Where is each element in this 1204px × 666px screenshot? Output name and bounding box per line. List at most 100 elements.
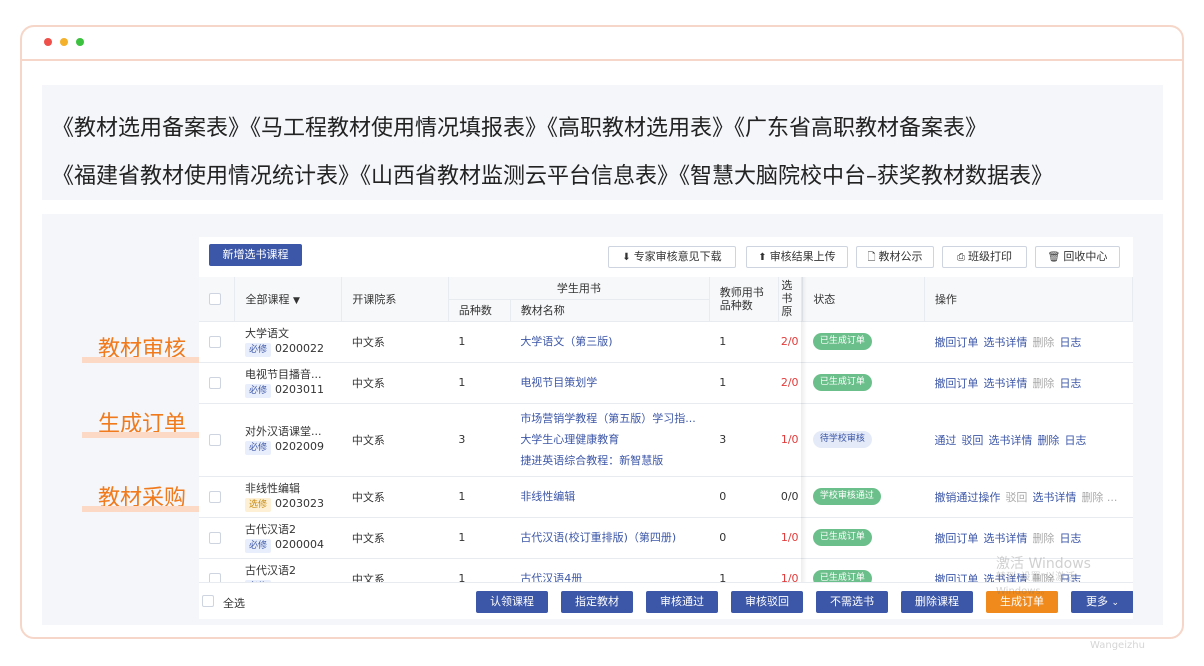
row-checkbox-cell xyxy=(199,476,235,518)
select-all-header-checkbox[interactable] xyxy=(209,293,221,306)
book-name-link[interactable]: 大学生心理健康教育 xyxy=(520,429,699,450)
row-operation-link[interactable]: 撤回订单 xyxy=(934,532,978,545)
corner-watermark: Wangeizhu xyxy=(1090,640,1145,651)
row-checkbox-cell xyxy=(199,362,235,404)
row-operation-link[interactable]: 删除 xyxy=(1037,434,1059,447)
book-name-link[interactable]: 市场营销学教程（第五版）学习指... xyxy=(520,408,699,429)
course-type-tag: 必修 xyxy=(244,384,271,398)
status-badge: 已生成订单 xyxy=(812,529,872,546)
row-operation-link[interactable]: 选书详情 xyxy=(1032,491,1076,504)
status-cell: 待学校审核 xyxy=(802,403,925,477)
variety-cell: 1 xyxy=(448,517,511,559)
row-operation-link[interactable]: 驳回 xyxy=(1005,491,1027,504)
teacher-books-cell: 0 xyxy=(709,476,779,518)
assign-textbook-button[interactable]: 指定教材 xyxy=(561,591,633,613)
row-operation-link[interactable]: 撤销通过操作 xyxy=(934,491,1000,504)
course-type-tag: 必修 xyxy=(244,441,271,455)
department-cell: 中文系 xyxy=(341,321,449,363)
fixed-column-shadow xyxy=(801,277,807,582)
browser-window: 《教材选用备案表》《马工程教材使用情况填报表》《高职教材选用表》《广东省高职教材… xyxy=(20,25,1184,639)
table-row[interactable]: 非线性编辑 选修 0203023 中文系 1 非线性编辑 0 0/0 学校审核通过… xyxy=(199,476,1133,518)
course-name: 大学语文 xyxy=(244,327,289,340)
reject-button[interactable]: 审核驳回 xyxy=(731,591,803,613)
row-operation-link[interactable]: 选书详情 xyxy=(983,377,1027,390)
row-checkbox[interactable] xyxy=(209,377,221,389)
book-name-cell: 古代汉语(校订重排版)（第四册) xyxy=(510,517,710,559)
approve-button[interactable]: 审核通过 xyxy=(646,591,718,613)
course-type-tag: 选修 xyxy=(244,498,271,512)
book-name-cell: 市场营销学教程（第五版）学习指... 大学生心理健康教育 捷进英语综合教程：新智慧版 xyxy=(510,403,710,477)
header-variety: 品种数 xyxy=(448,299,511,322)
book-name-link[interactable]: 非线性编辑 xyxy=(520,486,699,507)
book-name-link[interactable]: 捷进英语综合教程：新智慧版 xyxy=(520,450,699,471)
course-cell: 对外汉语课堂... 必修 0202009 xyxy=(234,403,342,477)
filter-icon[interactable]: ▼ xyxy=(293,296,300,306)
book-name-link[interactable]: 大学语文（第三版) xyxy=(520,331,699,352)
status-cell: 学校审核通过 xyxy=(802,476,925,518)
header-all-courses[interactable]: 全部课程 ▼ xyxy=(234,277,343,322)
row-checkbox[interactable] xyxy=(209,532,221,544)
course-name: 非线性编辑 xyxy=(244,482,300,495)
row-checkbox[interactable] xyxy=(209,336,221,348)
book-name-link[interactable]: 古代汉语(校订重排版)（第四册) xyxy=(520,527,699,548)
row-checkbox-cell xyxy=(199,403,235,477)
table-row[interactable]: 大学语文 必修 0200022 中文系 1 大学语文（第三版) 1 2/0 已生成… xyxy=(199,321,1133,363)
course-code: 0202009 xyxy=(274,440,324,453)
row-operation-link[interactable]: 撤回订单 xyxy=(934,336,978,349)
selected-cell: 2/0 xyxy=(778,321,803,363)
textbook-publicity-button[interactable]: 🗋 教材公示 xyxy=(856,246,934,268)
row-checkbox[interactable] xyxy=(209,434,221,446)
course-code: 0203023 xyxy=(274,497,324,510)
row-operation-link[interactable]: 选书详情 xyxy=(988,434,1032,447)
course-name: 古代汉语2 xyxy=(244,564,296,577)
expert-opinion-download-button[interactable]: ⬇ 专家审核意见下载 xyxy=(608,246,736,268)
row-operation-link[interactable]: 删除 xyxy=(1032,532,1054,545)
delete-course-button[interactable]: 删除课程 xyxy=(901,591,973,613)
status-cell: 已生成订单 xyxy=(802,517,925,559)
row-operation-link[interactable]: 撤回订单 xyxy=(934,377,978,390)
minimize-window-dot[interactable] xyxy=(60,38,68,46)
close-window-dot[interactable] xyxy=(44,38,52,46)
row-operation-link[interactable]: 删除 xyxy=(1032,377,1054,390)
review-result-upload-button[interactable]: ⬆ 审核结果上传 xyxy=(746,246,848,268)
operation-cell: 撤回订单 选书详情 删除 日志 xyxy=(924,362,1133,404)
row-operation-link[interactable]: 驳回 xyxy=(961,434,983,447)
chevron-down-icon: ⌄ xyxy=(1111,598,1120,608)
course-cell: 电视节目播音... 必修 0203011 xyxy=(234,362,342,404)
claim-course-button[interactable]: 认领课程 xyxy=(476,591,548,613)
operation-cell: 撤回订单 选书详情 删除 日志 xyxy=(924,517,1133,559)
table-row[interactable]: 电视节目播音... 必修 0203011 中文系 1 电视节目策划学 1 2/0 … xyxy=(199,362,1133,404)
windows-activation-watermark: 激活 Windows 转到"设置"以激活 Windows。 xyxy=(996,556,1091,597)
row-operation-link[interactable]: 通过 xyxy=(934,434,956,447)
row-operation-link[interactable]: 选书详情 xyxy=(983,532,1027,545)
row-operation-link[interactable]: 选书详情 xyxy=(983,336,1027,349)
variety-cell: 1 xyxy=(448,476,511,518)
status-cell: 已生成订单 xyxy=(802,321,925,363)
department-cell: 中文系 xyxy=(341,362,449,404)
header-status: 状态 xyxy=(802,277,925,322)
maximize-window-dot[interactable] xyxy=(76,38,84,46)
course-type-tag: 必修 xyxy=(244,343,271,357)
title-bar xyxy=(22,27,1182,61)
table-row[interactable]: 对外汉语课堂... 必修 0202009 中文系 3 市场营销学教程（第五版）学习… xyxy=(199,403,1133,477)
row-operation-link[interactable]: 删除 ... xyxy=(1081,491,1117,504)
table-row[interactable]: 古代汉语2 必修 0200004 中文系 1 古代汉语(校订重排版)（第四册) 0… xyxy=(199,517,1133,559)
teacher-books-cell: 1 xyxy=(709,362,779,404)
course-code: 0203011 xyxy=(274,383,324,396)
row-operation-link[interactable]: 删除 xyxy=(1032,336,1054,349)
no-selection-needed-button[interactable]: 不需选书 xyxy=(816,591,888,613)
header-teacher-books: 教师用书品种数 xyxy=(709,277,780,322)
row-checkbox[interactable] xyxy=(209,491,221,503)
row-operation-link[interactable]: 日志 xyxy=(1059,336,1081,349)
row-operation-link[interactable]: 日志 xyxy=(1059,377,1081,390)
book-name-link[interactable]: 电视节目策划学 xyxy=(520,372,699,393)
toolbar: 新增选书课程 ⬇ 专家审核意见下载 ⬆ 审核结果上传 🗋 教材公示 ⎙ 班级打印 🗑 回收… xyxy=(199,237,1133,277)
row-operation-link[interactable]: 日志 xyxy=(1059,532,1081,545)
new-course-button[interactable]: 新增选书课程 xyxy=(209,244,302,266)
course-cell: 古代汉语2 必修 0200004 xyxy=(234,517,342,559)
recycle-center-button[interactable]: 🗑 回收中心 xyxy=(1035,246,1120,268)
select-all-checkbox[interactable] xyxy=(202,595,214,607)
row-operation-link[interactable]: 日志 xyxy=(1064,434,1086,447)
header-book-name: 教材名称 xyxy=(510,299,710,322)
class-print-button[interactable]: ⎙ 班级打印 xyxy=(942,246,1027,268)
